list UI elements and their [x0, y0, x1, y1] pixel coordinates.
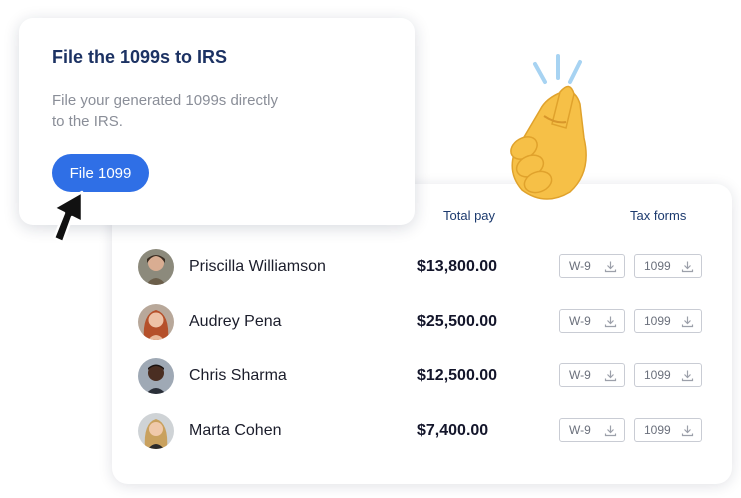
avatar [138, 358, 174, 394]
w9-form-download-button[interactable]: W-9 [559, 363, 625, 387]
payee-total-pay: $12,500.00 [417, 367, 498, 384]
form-label: 1099 [644, 314, 671, 328]
form-label: W-9 [569, 314, 591, 328]
payee-total-pay: $25,500.00 [417, 313, 498, 330]
column-header-tax-forms: Tax forms [630, 208, 687, 223]
1099-form-download-button[interactable]: 1099 [634, 418, 702, 442]
table-row: Chris Sharma $12,500.00 W-9 1099 [138, 356, 718, 396]
table-row: Priscilla Williamson $13,800.00 W-9 1099 [138, 247, 718, 287]
payee-total-pay: $13,800.00 [417, 258, 498, 275]
download-icon [604, 261, 617, 273]
avatar [138, 413, 174, 449]
card-title: File the 1099s to IRS [52, 47, 228, 67]
table-row: Marta Cohen $7,400.00 W-9 1099 [138, 411, 718, 451]
finger-snap-hand-icon [510, 54, 587, 200]
w9-form-download-button[interactable]: W-9 [559, 309, 625, 333]
payee-name: Chris Sharma [189, 367, 287, 384]
form-label: 1099 [644, 259, 671, 273]
download-icon [604, 425, 617, 437]
form-label: W-9 [569, 259, 591, 273]
payee-name: Marta Cohen [189, 422, 282, 439]
form-label: W-9 [569, 368, 591, 382]
download-icon [681, 316, 694, 328]
download-icon [681, 425, 694, 437]
form-label: 1099 [644, 423, 671, 437]
1099-form-download-button[interactable]: 1099 [634, 309, 702, 333]
table-row: Audrey Pena $25,500.00 W-9 1099 [138, 302, 718, 342]
download-icon [681, 370, 694, 382]
download-icon [604, 370, 617, 382]
payee-name: Priscilla Williamson [189, 258, 326, 275]
file-1099-button[interactable]: File 1099 [52, 154, 149, 192]
w9-form-download-button[interactable]: W-9 [559, 418, 625, 442]
1099-form-download-button[interactable]: 1099 [634, 363, 702, 387]
column-header-total-pay: Total pay [443, 208, 496, 223]
card-description: File your generated 1099s directly to th… [52, 92, 278, 130]
avatar [138, 249, 174, 285]
avatar [138, 304, 174, 340]
payee-total-pay: $7,400.00 [417, 422, 489, 439]
download-icon [681, 261, 694, 273]
cursor-arrow-icon [52, 190, 84, 244]
w9-form-download-button[interactable]: W-9 [559, 254, 625, 278]
form-label: W-9 [569, 423, 591, 437]
download-icon [604, 316, 617, 328]
payee-name: Audrey Pena [189, 313, 282, 330]
1099-form-download-button[interactable]: 1099 [634, 254, 702, 278]
form-label: 1099 [644, 368, 671, 382]
